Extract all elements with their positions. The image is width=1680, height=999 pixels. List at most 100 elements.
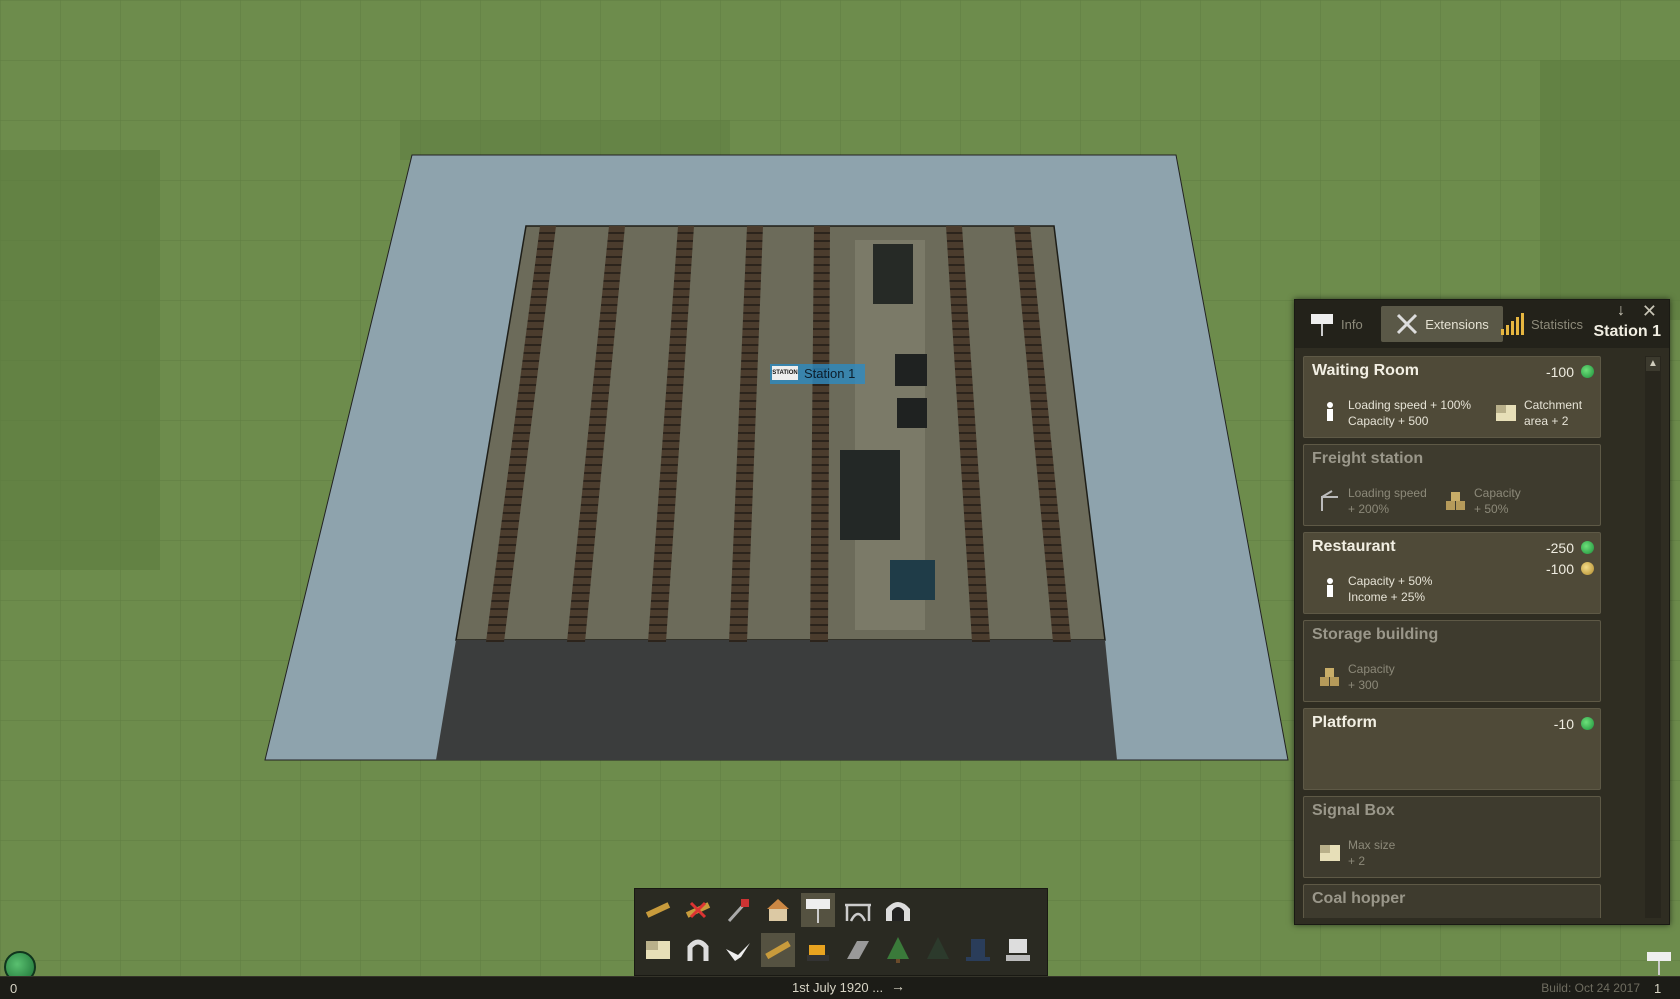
ruler-icon xyxy=(645,902,671,918)
crates-icon xyxy=(1320,668,1339,686)
computer-icon xyxy=(1006,939,1030,961)
catchment-area-icon xyxy=(1320,845,1340,861)
tool-tunnel[interactable] xyxy=(881,893,915,927)
tab-info[interactable]: Info xyxy=(1309,306,1363,342)
hat-icon xyxy=(966,939,990,961)
station-sign-icon: STATION xyxy=(772,366,798,380)
green-coin-icon xyxy=(1581,365,1594,378)
tool-bulldozer[interactable] xyxy=(801,933,835,967)
bonus-passenger: Loading speed + 100% Capacity + 500 xyxy=(1318,397,1471,429)
tree-icon xyxy=(887,937,909,963)
axe-icon xyxy=(727,899,749,923)
bonus-line: + 300 xyxy=(1348,678,1379,692)
tool-magnet[interactable] xyxy=(681,933,715,967)
bonus-line: Income + 25% xyxy=(1348,590,1426,604)
tool-hat[interactable] xyxy=(961,933,995,967)
tunnel-icon xyxy=(886,902,910,921)
magnet-icon xyxy=(687,939,709,961)
bonus-line: + 50% xyxy=(1474,502,1509,516)
panel-tabs: Info Extensions Statistics ↓ ✕ Station 1 xyxy=(1295,300,1669,348)
bonus-line: + 2 xyxy=(1348,854,1366,868)
bonus-line: + 200% xyxy=(1348,502,1390,516)
extension-waiting-room[interactable]: Waiting Room -100 Loading speed + 100% Ca… xyxy=(1303,356,1601,438)
tool-pavement[interactable] xyxy=(841,933,875,967)
tool-station[interactable] xyxy=(801,893,835,927)
cost-value: -10 xyxy=(1553,716,1574,732)
tool-tree[interactable] xyxy=(881,933,915,967)
station-panel: Info Extensions Statistics ↓ ✕ Station 1… xyxy=(1294,299,1670,925)
crane-icon xyxy=(1321,490,1338,511)
station-count: 1 xyxy=(1654,981,1662,996)
forest-icon xyxy=(927,937,949,959)
cost-value: -100 xyxy=(1545,364,1574,380)
tab-info-label: Info xyxy=(1341,316,1363,332)
extension-signal-box[interactable]: Signal Box Max size + 2 xyxy=(1303,796,1601,878)
extension-name: Coal hopper xyxy=(1312,890,1406,907)
bonus-line: Capacity xyxy=(1474,486,1521,500)
tool-terrain[interactable] xyxy=(641,933,675,967)
bonus-line: Max size xyxy=(1348,838,1396,852)
extension-coal-hopper[interactable]: Coal hopper xyxy=(1303,884,1601,918)
tool-building[interactable] xyxy=(761,893,795,927)
passenger-icon xyxy=(1327,578,1333,597)
station-sign-icon xyxy=(806,899,830,923)
bonus-line: Capacity + 500 xyxy=(1348,414,1429,428)
green-coin-icon xyxy=(1581,717,1594,730)
bird-icon xyxy=(726,943,750,961)
green-coin-icon xyxy=(1581,541,1594,554)
bonus-capacity: Capacity + 50% xyxy=(1444,485,1521,517)
tool-bridge[interactable] xyxy=(841,893,875,927)
bonus-line: Capacity + 50% xyxy=(1348,574,1433,588)
game-date[interactable]: 1st July 1920 ... xyxy=(792,980,883,995)
terrain-icon xyxy=(646,941,670,959)
extension-name: Storage building xyxy=(1312,626,1439,643)
extension-storage-building[interactable]: Storage building Capacity + 300 xyxy=(1303,620,1601,702)
tool-measure[interactable] xyxy=(761,933,795,967)
bonus-line: Capacity xyxy=(1348,662,1395,676)
scroll-up-arrow-icon[interactable]: ▲ xyxy=(1646,357,1660,371)
tool-forest[interactable] xyxy=(921,933,955,967)
fast-forward-arrow-icon[interactable]: → xyxy=(891,978,905,994)
station-sign-icon xyxy=(1311,314,1333,336)
measure-icon xyxy=(765,940,791,960)
tool-bird[interactable] xyxy=(721,933,755,967)
bonus-passenger: Capacity + 50% Income + 25% xyxy=(1318,573,1432,605)
tab-extensions[interactable]: Extensions xyxy=(1381,306,1503,342)
passenger-icon xyxy=(1327,402,1333,421)
tab-statistics[interactable]: Statistics xyxy=(1499,306,1583,342)
tool-ruler[interactable] xyxy=(641,893,675,927)
extension-name: Waiting Room xyxy=(1312,362,1419,379)
cost-value: -100 xyxy=(1545,561,1574,577)
bonus-line: Catchment xyxy=(1524,398,1583,412)
building-icon xyxy=(767,899,789,921)
extension-platform[interactable]: Platform -10 xyxy=(1303,708,1601,790)
bonus-loading: Loading speed + 200% xyxy=(1318,485,1427,517)
wrench-screwdriver-icon xyxy=(1397,313,1418,335)
extension-name: Freight station xyxy=(1312,450,1424,467)
extension-name: Signal Box xyxy=(1312,802,1395,819)
tab-extensions-label: Extensions xyxy=(1425,316,1489,332)
extension-restaurant[interactable]: Restaurant -250 -100 Capacity + 50% Incom… xyxy=(1303,532,1601,614)
extension-freight-station[interactable]: Freight station Loading speed + 200% Capa… xyxy=(1303,444,1601,526)
money-count: 0 xyxy=(10,981,18,996)
station-label[interactable]: STATION Station 1 xyxy=(770,364,866,384)
close-icon[interactable]: ✕ xyxy=(1642,301,1657,322)
tool-demolish[interactable] xyxy=(681,893,715,927)
scrollbar[interactable]: ▲ xyxy=(1645,356,1661,918)
bonus-line: area + 2 xyxy=(1524,414,1569,428)
bonus-catchment: Catchment area + 2 xyxy=(1494,397,1582,429)
status-bar: 0 1st July 1920 ... → Build: Oct 24 2017… xyxy=(0,976,1680,999)
gold-coin-icon xyxy=(1581,562,1594,575)
pin-down-icon[interactable]: ↓ xyxy=(1617,302,1625,320)
bar-chart-icon xyxy=(1501,313,1524,335)
extension-list: Waiting Room -100 Loading speed + 100% Ca… xyxy=(1303,356,1625,918)
station-sign-icon[interactable] xyxy=(1644,950,1674,976)
bonus-line: Loading speed xyxy=(1348,486,1427,500)
build-version: Build: Oct 24 2017 xyxy=(1541,981,1640,995)
tool-axe[interactable] xyxy=(721,893,755,927)
pavement-icon xyxy=(847,941,869,959)
extension-name: Restaurant xyxy=(1312,538,1396,555)
tool-computer[interactable] xyxy=(1001,933,1035,967)
bonus-capacity: Capacity + 300 xyxy=(1318,661,1395,693)
construction-toolbar xyxy=(634,888,1048,976)
